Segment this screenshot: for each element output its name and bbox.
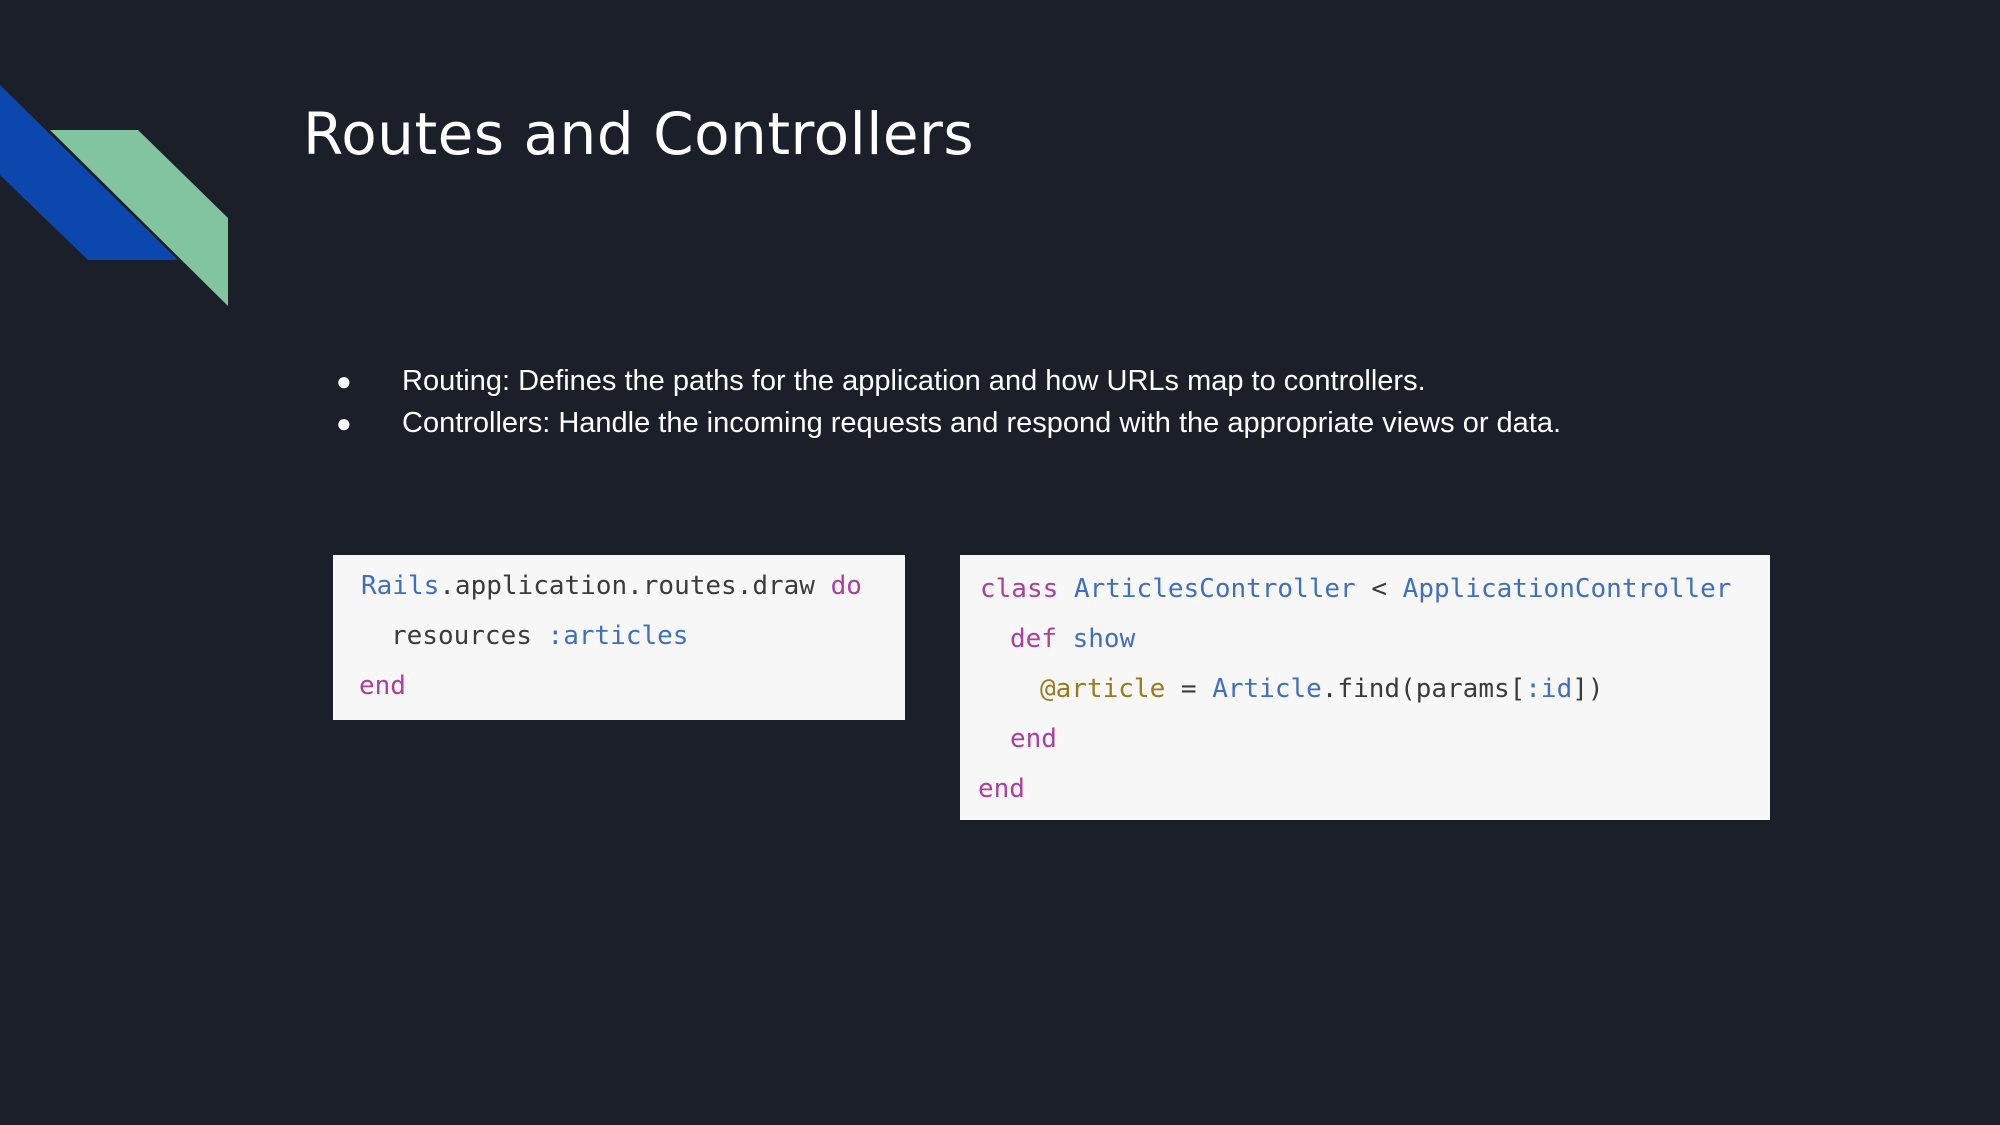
code-token-operator: < bbox=[1355, 574, 1403, 604]
code-token-symbol: :id bbox=[1525, 674, 1573, 704]
code-line: end bbox=[1010, 714, 1057, 764]
bullet-item-routing: ● Routing: Defines the paths for the app… bbox=[330, 360, 1561, 402]
code-token-constant: ApplicationController bbox=[1402, 574, 1732, 604]
code-token-keyword: end bbox=[359, 671, 406, 701]
corner-decoration bbox=[0, 85, 228, 306]
code-token-constant: ArticlesController bbox=[1073, 574, 1356, 604]
code-line: end bbox=[978, 764, 1025, 814]
code-token-text: .find(params[ bbox=[1321, 674, 1526, 704]
bullet-item-controllers: ● Controllers: Handle the incoming reque… bbox=[330, 402, 1561, 444]
code-line: Rails.application.routes.draw do bbox=[361, 561, 862, 611]
code-token-constant: Article bbox=[1212, 674, 1322, 704]
code-token-symbol: :articles bbox=[547, 621, 689, 651]
code-token-keyword: def bbox=[1010, 624, 1057, 654]
code-line: end bbox=[359, 661, 406, 711]
bullet-text: Controllers: Handle the incoming request… bbox=[402, 407, 1562, 439]
code-line: def show bbox=[1010, 614, 1135, 664]
bullet-list: ● Routing: Defines the paths for the app… bbox=[330, 360, 1561, 444]
code-token-instance-variable: @article bbox=[1040, 674, 1166, 704]
code-token-text: ]) bbox=[1572, 674, 1604, 704]
slide-title: Routes and Controllers bbox=[303, 100, 975, 168]
code-token-keyword: end bbox=[1010, 724, 1057, 754]
controller-code-snippet: class ArticlesController < ApplicationCo… bbox=[960, 555, 1770, 820]
routes-code-snippet: Rails.application.routes.draw do resourc… bbox=[333, 555, 905, 720]
slide: Routes and Controllers ● Routing: Define… bbox=[0, 0, 2000, 1125]
bullet-marker: ● bbox=[336, 408, 352, 438]
code-line: resources :articles bbox=[391, 611, 688, 661]
bullet-marker: ● bbox=[336, 366, 352, 396]
code-token-keyword: end bbox=[978, 774, 1025, 804]
code-token-keyword: class bbox=[980, 574, 1059, 604]
code-line: class ArticlesController < ApplicationCo… bbox=[980, 564, 1731, 614]
code-token-method-name: show bbox=[1072, 624, 1136, 654]
code-line: @article = Article.find(params[:id]) bbox=[1040, 664, 1604, 714]
code-token-constant: Rails bbox=[361, 571, 440, 601]
bullet-text: Routing: Defines the paths for the appli… bbox=[402, 365, 1426, 397]
code-token-text: .application.routes.draw bbox=[439, 571, 831, 601]
code-token-operator: = bbox=[1165, 674, 1213, 704]
code-token-keyword: do bbox=[830, 571, 862, 601]
code-token-text: resources bbox=[391, 621, 548, 651]
